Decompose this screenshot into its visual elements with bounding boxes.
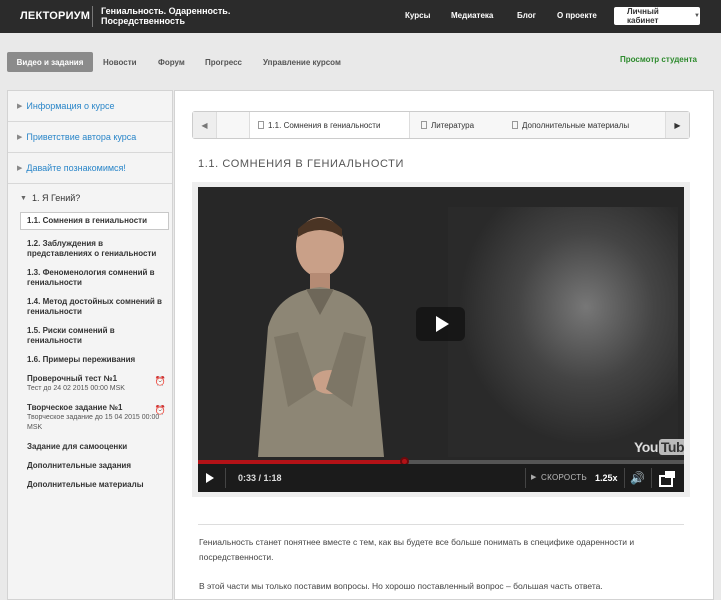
- control-divider: [651, 468, 652, 488]
- lesson-title: 1.1. СОМНЕНИЯ В ГЕНИАЛЬНОСТИ: [198, 158, 405, 170]
- speed-label: СКОРОСТЬ: [541, 473, 588, 482]
- top-bar: ЛЕКТОРИУМ Гениальность. Одаренность. Пос…: [0, 0, 721, 33]
- youtube-logo-tube: Tube: [658, 439, 684, 455]
- tab-label: Литература: [431, 120, 475, 130]
- creative-task-deadline: Творческое задание до 15 04 2015 00:00 M…: [27, 414, 160, 431]
- tab-news[interactable]: Новости: [103, 52, 137, 72]
- lesson-navigation: ◀ 1.1. Сомнения в гениальности Литератур…: [192, 111, 690, 139]
- site-logo[interactable]: ЛЕКТОРИУМ: [20, 10, 90, 22]
- lesson-item[interactable]: Дополнительные материалы: [8, 480, 172, 490]
- control-divider: [624, 468, 625, 488]
- course-tabs: Видео и задания Новости Форум Прогресс У…: [0, 33, 721, 90]
- sidebar-item-label: Информация о курсе: [26, 101, 115, 111]
- lesson-item[interactable]: Задание для самооценки: [8, 442, 172, 452]
- fullscreen-icon[interactable]: [659, 471, 675, 487]
- student-view-link[interactable]: Просмотр студента: [620, 55, 697, 64]
- play-button[interactable]: [416, 307, 465, 341]
- lesson-item[interactable]: 1.3. Феноменология сомнений в гениальнос…: [8, 268, 172, 288]
- module-label: 1. Я Гений?: [31, 193, 81, 203]
- lesson-item[interactable]: 1.6. Примеры переживания: [8, 355, 172, 365]
- volume-icon[interactable]: 🔊: [630, 471, 645, 485]
- youtube-logo[interactable]: YouTube: [634, 439, 684, 455]
- youtube-logo-you: You: [634, 439, 658, 455]
- nav-media-library[interactable]: Медиатека: [451, 11, 493, 20]
- sidebar-item-course-info[interactable]: ▶ Информация о курсе: [8, 91, 172, 122]
- course-sidebar: ▶ Информация о курсе ▶ Приветствие автор…: [7, 90, 173, 600]
- control-divider: [225, 468, 226, 488]
- tab-label: Дополнительные материалы: [522, 120, 630, 130]
- control-divider: [525, 468, 526, 488]
- next-arrow-icon[interactable]: ▶: [665, 112, 689, 138]
- video-doc-icon: [258, 121, 264, 129]
- nav-blog[interactable]: Блог: [517, 11, 536, 20]
- personal-cabinet-button[interactable]: Личный кабинет ▼: [614, 7, 700, 25]
- sidebar-item-introduction[interactable]: ▶ Давайте познакомимся!: [8, 153, 172, 184]
- video-speaker-image: [258, 217, 384, 457]
- speed-value[interactable]: 1.25x: [595, 473, 618, 483]
- prev-arrow-icon[interactable]: ◀: [193, 112, 217, 138]
- creative-task-label: Творческое задание №1: [27, 403, 123, 412]
- tab-forum[interactable]: Форум: [158, 52, 185, 72]
- test-label: Проверочный тест №1: [27, 374, 118, 383]
- doc-icon: [421, 121, 427, 129]
- lesson-item[interactable]: 1.2. Заблуждения в представлениях о гени…: [8, 239, 172, 259]
- logo-divider: [92, 6, 93, 27]
- test-item[interactable]: Проверочный тест №1 Тест до 24 02 2015 0…: [8, 374, 172, 394]
- video-player-frame: YouTube 0:33 / 1:18 ▶ СКОРОСТЬ 1.25x 🔊: [192, 182, 690, 497]
- play-icon[interactable]: [206, 473, 214, 483]
- test-deadline: Тест до 24 02 2015 00:00 MSK: [27, 385, 125, 392]
- video-background-art: [448, 207, 678, 457]
- lesson-item[interactable]: Дополнительные задания: [8, 461, 172, 471]
- lesson-description-paragraph: Гениальность станет понятнее вместе с те…: [199, 537, 635, 562]
- lesson-item-active[interactable]: 1.1. Сомнения в гениальности: [20, 212, 169, 230]
- video-controls: 0:33 / 1:18 ▶ СКОРОСТЬ 1.25x 🔊: [198, 464, 684, 492]
- tab-lesson-video[interactable]: 1.1. Сомнения в гениальности: [249, 112, 410, 138]
- tab-literature[interactable]: Литература: [421, 112, 474, 138]
- creative-task-item[interactable]: Творческое задание №1 Творческое задание…: [8, 403, 172, 433]
- sidebar-item-label: Приветствие автора курса: [26, 132, 137, 142]
- chevron-right-icon: ▶: [17, 165, 23, 172]
- tab-progress[interactable]: Прогресс: [205, 52, 242, 72]
- nav-courses[interactable]: Курсы: [405, 11, 430, 20]
- sidebar-module-1[interactable]: ▼ 1. Я Гений?: [8, 184, 172, 212]
- sidebar-item-label: Давайте познакомимся!: [26, 163, 126, 173]
- lesson-description-paragraph: В этой части мы только поставим вопросы.…: [199, 581, 603, 591]
- speed-arrow-icon[interactable]: ▶: [531, 473, 536, 481]
- tab-course-management[interactable]: Управление курсом: [263, 52, 341, 72]
- tab-additional-materials[interactable]: Дополнительные материалы: [512, 112, 629, 138]
- tab-videos-and-tasks[interactable]: Видео и задания: [7, 52, 93, 72]
- play-icon: [435, 316, 449, 332]
- doc-icon: [512, 121, 518, 129]
- sidebar-item-author-greeting[interactable]: ▶ Приветствие автора курса: [8, 122, 172, 153]
- personal-cabinet-label: Личный кабинет: [627, 7, 659, 25]
- tab-label: 1.1. Сомнения в гениальности: [268, 120, 381, 130]
- video-time: 0:33 / 1:18: [238, 473, 282, 483]
- lesson-item[interactable]: 1.4. Метод достойных сомнений в гениальн…: [8, 297, 172, 317]
- lesson-item[interactable]: 1.5. Риски сомнений в гениальности: [8, 326, 172, 346]
- lesson-content: ◀ 1.1. Сомнения в гениальности Литератур…: [174, 90, 714, 600]
- content-divider: [198, 524, 684, 525]
- course-title[interactable]: Гениальность. Одаренность. Посредственно…: [101, 6, 251, 26]
- chevron-down-icon: ▼: [20, 194, 27, 202]
- alarm-clock-icon: ⏰: [154, 405, 166, 415]
- chevron-right-icon: ▶: [17, 103, 23, 110]
- video-player[interactable]: YouTube 0:33 / 1:18 ▶ СКОРОСТЬ 1.25x 🔊: [198, 187, 684, 492]
- nav-about[interactable]: О проекте: [557, 11, 597, 20]
- chevron-right-icon: ▶: [17, 134, 23, 141]
- chevron-down-icon: ▼: [694, 13, 700, 19]
- alarm-clock-icon: ⏰: [154, 376, 166, 386]
